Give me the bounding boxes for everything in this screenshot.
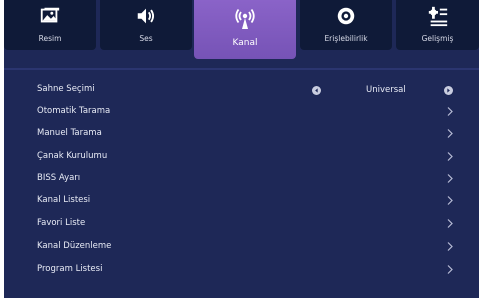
arrow-left-icon[interactable] — [312, 86, 321, 95]
menu-item-canak-kurulumu[interactable]: Çanak Kurulumu — [4, 147, 479, 168]
tab-ses[interactable]: Ses — [100, 0, 192, 50]
category-tab-bar: Resim Ses Kanal Erişlebilirlik Gelişmiş — [4, 0, 479, 59]
menu-item-label: Favori Liste — [37, 218, 86, 228]
eye-icon — [337, 7, 355, 25]
tab-divider — [4, 68, 479, 70]
selector-value: Universal — [366, 85, 406, 95]
chevron-right-icon — [447, 265, 453, 274]
menu-item-favori-liste[interactable]: Favori Liste — [4, 214, 479, 235]
tab-resim-label: Resim — [38, 34, 62, 43]
menu-item-biss-ayari[interactable]: BISS Ayarı — [4, 169, 479, 190]
tab-resim[interactable]: Resim — [4, 0, 96, 50]
menu-item-kanal-listesi[interactable]: Kanal Listesi — [4, 191, 479, 212]
tv-settings-screen: Resim Ses Kanal Erişlebilirlik Gelişmiş … — [4, 0, 479, 298]
chevron-right-icon — [447, 242, 453, 251]
menu-item-label: Çanak Kurulumu — [37, 151, 108, 161]
menu-item-label: BISS Ayarı — [37, 173, 81, 183]
chevron-right-icon — [447, 152, 453, 161]
tab-erislebilirlik[interactable]: Erişlebilirlik — [300, 0, 392, 50]
settings-sliders-icon — [428, 6, 447, 27]
menu-item-label: Kanal Listesi — [37, 195, 91, 205]
menu-item-label: Sahne Seçimi — [37, 84, 95, 94]
tab-gelismis-label: Gelişmiş — [421, 34, 454, 43]
menu-item-manuel-tarama[interactable]: Manuel Tarama — [4, 124, 479, 145]
menu-item-label: Otomatik Tarama — [37, 106, 111, 116]
tab-gelismis[interactable]: Gelişmiş — [396, 0, 479, 50]
menu-item-sahne-secimi[interactable]: Sahne Seçimi Universal — [4, 80, 479, 101]
tab-kanal-label: Kanal — [232, 38, 258, 48]
speaker-icon — [137, 8, 155, 24]
menu-item-program-listesi[interactable]: Program Listesi — [4, 260, 479, 281]
arrow-right-icon[interactable] — [444, 86, 453, 95]
menu-item-otomatik-tarama[interactable]: Otomatik Tarama — [4, 102, 479, 123]
menu-item-label: Program Listesi — [37, 264, 103, 274]
tab-kanal[interactable]: Kanal — [194, 0, 296, 59]
picture-icon — [40, 7, 60, 23]
tab-ses-label: Ses — [139, 34, 153, 43]
tab-erislebilirlik-label: Erişlebilirlik — [324, 34, 368, 43]
menu-item-kanal-duzenleme[interactable]: Kanal Düzenleme — [4, 237, 479, 258]
chevron-right-icon — [447, 219, 453, 228]
chevron-right-icon — [447, 107, 453, 116]
menu-item-label: Kanal Düzenleme — [37, 241, 112, 251]
chevron-right-icon — [447, 174, 453, 183]
chevron-right-icon — [447, 129, 453, 138]
broadcast-icon — [235, 8, 255, 29]
menu-item-label: Manuel Tarama — [37, 128, 102, 138]
chevron-right-icon — [447, 196, 453, 205]
